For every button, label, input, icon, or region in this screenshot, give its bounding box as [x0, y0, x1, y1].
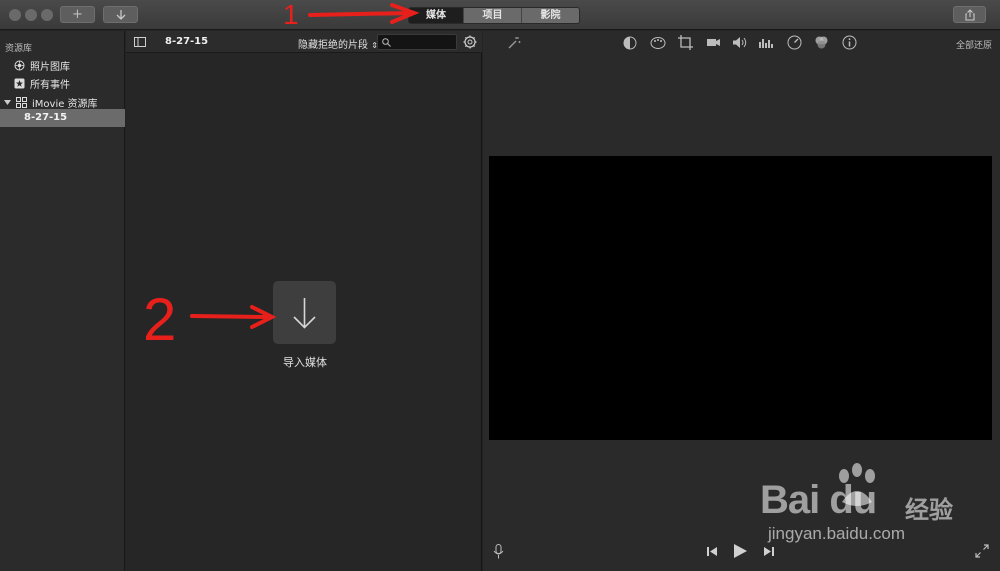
annotation-arrow-1 — [308, 3, 420, 24]
baidu-url-text: jingyan.baidu.com — [768, 524, 906, 543]
baidu-cn-text: 经验 — [905, 496, 953, 524]
baidu-logo-text: Bai du — [760, 478, 877, 522]
annotation-arrow-2 — [190, 305, 277, 329]
annotation-number-2: 2 — [143, 286, 176, 353]
baidu-watermark: Bai du 经验 jingyan.baidu.com — [760, 462, 990, 557]
annotation-number-1: 1 — [283, 0, 299, 30]
